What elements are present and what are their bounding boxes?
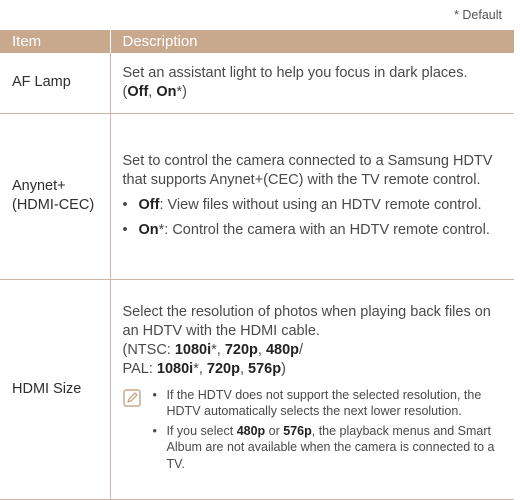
af-lamp-options-close: *) xyxy=(176,83,187,100)
pal-sep: , xyxy=(239,360,249,377)
table-row-anynet: Anynet+ (HDMI-CEC) Set to control the ca… xyxy=(0,113,514,280)
item-anynet: Anynet+ (HDMI-CEC) xyxy=(0,113,110,280)
ntsc-720p: 720p xyxy=(224,341,258,358)
anynet-on-label: On xyxy=(138,222,159,238)
pal-default-mark: *, xyxy=(193,360,207,377)
hdmi-text: Select the resolution of photos when pla… xyxy=(122,303,491,339)
pal-720p: 720p xyxy=(206,360,240,377)
note-pencil-icon xyxy=(122,389,141,407)
item-hdmi-size: HDMI Size xyxy=(0,279,110,500)
ntsc-prefix: (NTSC: xyxy=(122,341,175,358)
anynet-option-off: Off: View files without using an HDTV re… xyxy=(123,196,509,215)
note-item-1: If the HDTV does not support the selecte… xyxy=(153,387,509,420)
item-anynet-line1: Anynet+ xyxy=(12,178,66,194)
ntsc-1080i: 1080i xyxy=(174,341,212,358)
ntsc-480p: 480p xyxy=(265,341,300,358)
ntsc-default-mark: *, xyxy=(211,341,225,358)
af-lamp-opt-on: On xyxy=(156,83,177,100)
anynet-option-on: On*: Control the camera with an HDTV rem… xyxy=(123,221,509,240)
note2-576p: 576p xyxy=(283,423,312,438)
pal-prefix: PAL: xyxy=(122,360,157,377)
item-af-lamp: AF Lamp xyxy=(0,53,110,114)
anynet-off-text: : View files without using an HDTV remot… xyxy=(159,197,482,213)
anynet-options-list: Off: View files without using an HDTV re… xyxy=(123,196,509,240)
note2-pre: If you select xyxy=(166,423,237,438)
anynet-on-text: *: Control the camera with an HDTV remot… xyxy=(158,222,490,238)
af-lamp-opt-off: Off xyxy=(127,83,149,100)
table-row-hdmi-size: HDMI Size Select the resolution of photo… xyxy=(0,279,514,500)
ntsc-end: / xyxy=(299,341,304,358)
note-list: If the HDTV does not support the selecte… xyxy=(153,387,509,476)
note2-mid: or xyxy=(265,423,284,438)
settings-table: Item Description AF Lamp Set an assistan… xyxy=(0,30,514,500)
note2-480p: 480p xyxy=(236,423,266,438)
desc-anynet: Set to control the camera connected to a… xyxy=(109,113,514,280)
note-item-2: If you select 480p or 576p, the playback… xyxy=(153,423,509,473)
default-legend: * Default xyxy=(454,8,502,22)
desc-hdmi-size: Select the resolution of photos when pla… xyxy=(109,279,514,500)
anynet-off-label: Off xyxy=(138,197,160,213)
header-item: Item xyxy=(0,30,110,53)
ntsc-sep: , xyxy=(257,341,266,358)
table-row-af-lamp: AF Lamp Set an assistant light to help y… xyxy=(0,53,514,114)
hdmi-note: If the HDTV does not support the selecte… xyxy=(122,387,509,476)
item-anynet-line2: (HDMI-CEC) xyxy=(12,197,95,213)
anynet-text: Set to control the camera connected to a… xyxy=(122,153,493,188)
pal-end: ) xyxy=(281,360,286,377)
af-lamp-text: Set an assistant light to help you focus… xyxy=(122,64,468,81)
pal-576p: 576p xyxy=(248,360,282,377)
header-description: Description xyxy=(109,30,514,53)
table-header-row: Item Description xyxy=(0,30,514,53)
desc-af-lamp: Set an assistant light to help you focus… xyxy=(109,53,514,114)
pal-1080i: 1080i xyxy=(156,360,194,377)
